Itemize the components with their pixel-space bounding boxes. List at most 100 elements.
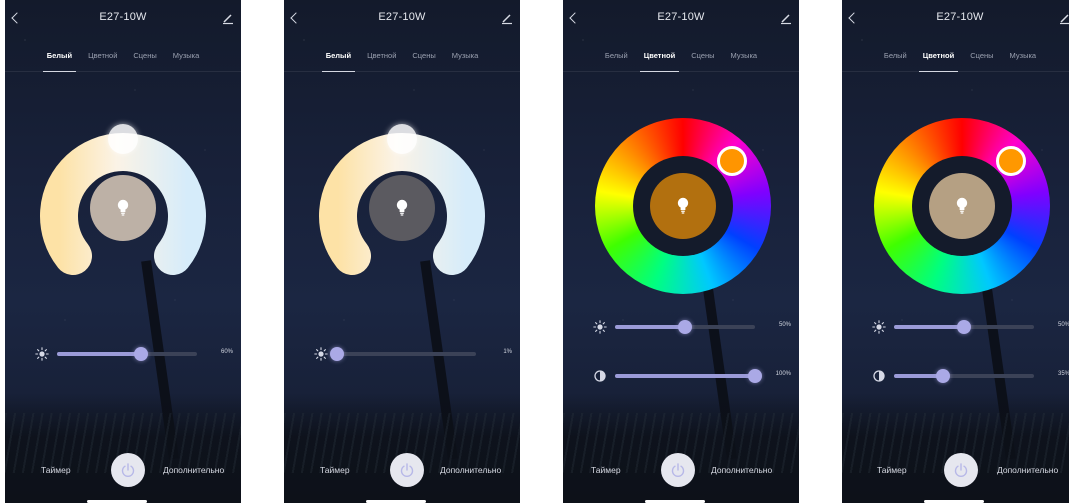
slider-thumb[interactable] (134, 347, 148, 361)
tab-color[interactable]: Цветной (636, 45, 683, 72)
phone-screen-3: E27-10W Белый Цветной Сцены Музыка Таймер (563, 0, 799, 503)
phone-screen-4: E27-10W Белый Цветной Сцены Музыка Таймер (842, 0, 1069, 503)
bulb-icon (117, 199, 129, 216)
tab-scenes[interactable]: Сцены (683, 45, 722, 71)
slider-thumb[interactable] (748, 369, 762, 383)
device-title: E27-10W (657, 11, 705, 23)
more-button[interactable]: Дополнительно (163, 465, 224, 475)
mode-tabs: Белый Цветной Сцены Музыка (563, 45, 799, 72)
hue-knob[interactable] (996, 146, 1026, 176)
slider-value: 50% (778, 322, 791, 328)
slider-value: 60% (220, 349, 233, 355)
lamp-preview (650, 173, 716, 239)
tab-white[interactable]: Белый (597, 45, 636, 71)
temperature-knob[interactable] (108, 124, 138, 154)
power-icon (400, 463, 414, 477)
power-button[interactable] (390, 453, 424, 487)
brightness-slider[interactable]: 60% (35, 347, 233, 361)
edit-icon[interactable] (1058, 11, 1069, 25)
device-title: E27-10W (99, 11, 147, 23)
slider-value: 50% (1057, 322, 1069, 328)
timer-button[interactable]: Таймер (591, 465, 621, 475)
slider-track[interactable] (57, 347, 197, 361)
slider-track[interactable] (330, 347, 476, 361)
slider-value: 1% (503, 349, 512, 355)
slider-thumb[interactable] (330, 347, 345, 361)
slider-thumb[interactable] (957, 320, 971, 334)
top-bar: E27-10W (563, 0, 799, 40)
saturation-icon (594, 370, 606, 382)
mode-tabs: Белый Цветной Сцены Музыка (842, 45, 1069, 72)
top-bar: E27-10W (842, 0, 1069, 40)
tab-white[interactable]: Белый (318, 45, 359, 72)
phone-screen-1: E27-10W Белый Цветной Сцены Музыка Тайме… (5, 0, 241, 503)
white-temperature-wheel[interactable] (35, 120, 211, 296)
brightness-slider[interactable]: 1% (314, 347, 512, 361)
brightness-icon (593, 320, 607, 334)
color-wheel[interactable] (874, 118, 1050, 294)
lamp-preview (369, 175, 435, 241)
power-button[interactable] (944, 453, 978, 487)
tab-music[interactable]: Музыка (165, 45, 208, 71)
brightness-slider[interactable]: 50% (872, 320, 1069, 334)
slider-track[interactable] (615, 369, 762, 383)
bulb-icon (956, 197, 968, 214)
top-bar: E27-10W (284, 0, 520, 40)
tab-music[interactable]: Музыка (1002, 45, 1045, 71)
edit-icon[interactable] (221, 11, 235, 25)
tab-scenes[interactable]: Сцены (404, 45, 443, 71)
slider-value: 100% (775, 371, 791, 377)
tab-scenes[interactable]: Сцены (962, 45, 1001, 71)
hue-knob[interactable] (717, 146, 747, 176)
saturation-slider[interactable]: 35% (872, 369, 1069, 383)
power-icon (954, 463, 968, 477)
brightness-slider[interactable]: 50% (593, 320, 791, 334)
slider-track[interactable] (894, 320, 1034, 334)
slider-value: 35% (1057, 371, 1069, 377)
edit-icon[interactable] (779, 11, 793, 25)
tab-color[interactable]: Цветной (359, 45, 404, 71)
mode-tabs: Белый Цветной Сцены Музыка (284, 45, 520, 72)
device-title: E27-10W (378, 11, 426, 23)
slider-track[interactable] (615, 320, 755, 334)
tab-scenes[interactable]: Сцены (125, 45, 164, 71)
timer-button[interactable]: Таймер (877, 465, 907, 475)
tab-music[interactable]: Музыка (444, 45, 487, 71)
more-button[interactable]: Дополнительно (440, 465, 501, 475)
power-button[interactable] (661, 453, 695, 487)
bottom-bar: Таймер Дополнительно (563, 443, 799, 503)
device-title: E27-10W (936, 11, 984, 23)
slider-fill (615, 325, 685, 329)
tab-white[interactable]: Белый (39, 45, 80, 72)
white-temperature-wheel[interactable] (314, 120, 490, 296)
power-button[interactable] (111, 453, 145, 487)
bottom-bar: Таймер Дополнительно (284, 443, 520, 503)
slider-fill (894, 325, 964, 329)
tab-music[interactable]: Музыка (723, 45, 766, 71)
saturation-slider[interactable]: 100% (593, 369, 791, 383)
bulb-icon (677, 197, 689, 214)
screenshot-gallery: E27-10W Белый Цветной Сцены Музыка Тайме… (0, 0, 1069, 503)
temperature-knob[interactable] (387, 124, 417, 154)
edit-icon[interactable] (500, 11, 514, 25)
more-button[interactable]: Дополнительно (711, 465, 772, 475)
bottom-bar: Таймер Дополнительно (842, 443, 1069, 503)
power-icon (121, 463, 135, 477)
timer-button[interactable]: Таймер (41, 465, 71, 475)
phone-screen-2: E27-10W Белый Цветной Сцены Музыка Тайме… (284, 0, 520, 503)
more-button[interactable]: Дополнительно (997, 465, 1058, 475)
brightness-icon (314, 347, 328, 361)
slider-track[interactable] (894, 369, 1034, 383)
tab-color[interactable]: Цветной (80, 45, 125, 71)
slider-thumb[interactable] (936, 369, 950, 383)
lamp-preview (90, 175, 156, 241)
brightness-icon (35, 347, 49, 361)
timer-button[interactable]: Таймер (320, 465, 350, 475)
tab-color[interactable]: Цветной (915, 45, 962, 72)
slider-fill (615, 374, 755, 378)
tab-white[interactable]: Белый (876, 45, 915, 71)
color-wheel[interactable] (595, 118, 771, 294)
slider-thumb[interactable] (678, 320, 692, 334)
lamp-preview (929, 173, 995, 239)
saturation-icon (873, 370, 885, 382)
